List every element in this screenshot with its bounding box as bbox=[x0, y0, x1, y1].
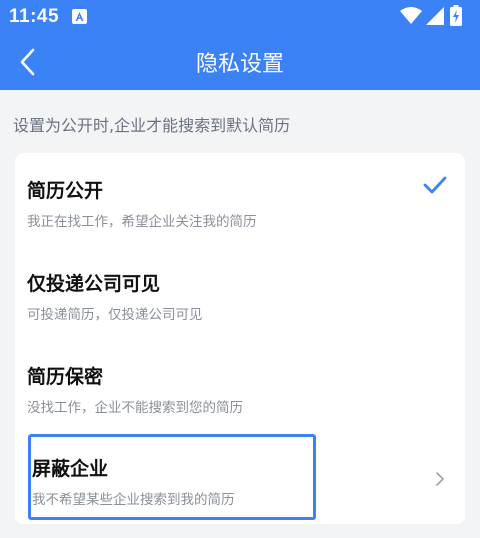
option-desc: 我正在找工作，希望企业关注我的简历 bbox=[27, 214, 257, 230]
page-title: 隐私设置 bbox=[195, 52, 284, 77]
signal-icon bbox=[426, 7, 444, 25]
option-title: 仅投递公司可见 bbox=[27, 273, 161, 295]
battery-charging-icon bbox=[450, 5, 462, 26]
checkmark-icon bbox=[423, 176, 447, 194]
chevron-right-icon bbox=[436, 472, 444, 486]
privacy-hint: 设置为公开时,企业才能搜索到默认简历 bbox=[13, 116, 291, 135]
option-desc: 可投递简历，仅投递公司可见 bbox=[27, 307, 203, 323]
option-block-companies[interactable]: 屏蔽企业 我不希望某些企业搜索到我的简历 bbox=[15, 432, 465, 524]
option-desc: 没找工作，企业不能搜索到您的简历 bbox=[27, 400, 243, 416]
status-time: 11:45 bbox=[9, 6, 60, 27]
option-title: 简历保密 bbox=[27, 366, 104, 388]
option-title: 屏蔽企业 bbox=[32, 458, 109, 480]
system-icons bbox=[400, 5, 470, 26]
option-applied-only[interactable]: 仅投递公司可见 可投递简历，仅投递公司可见 bbox=[15, 247, 465, 339]
option-desc: 我不希望某些企业搜索到我的简历 bbox=[32, 492, 235, 508]
option-resume-private[interactable]: 简历保密 没找工作，企业不能搜索到您的简历 bbox=[15, 341, 465, 433]
wifi-icon bbox=[400, 7, 422, 24]
option-title: 简历公开 bbox=[27, 180, 104, 202]
option-resume-public[interactable]: 简历公开 我正在找工作，希望企业关注我的简历 bbox=[15, 153, 465, 245]
privacy-options-card: 简历公开 我正在找工作，希望企业关注我的简历 仅投递公司可见 可投递简历，仅投递… bbox=[15, 153, 465, 524]
a-square-icon bbox=[72, 9, 87, 24]
status-bar: 11:45 bbox=[0, 0, 480, 32]
app-header: 11:45 隐私设置 bbox=[0, 0, 480, 90]
